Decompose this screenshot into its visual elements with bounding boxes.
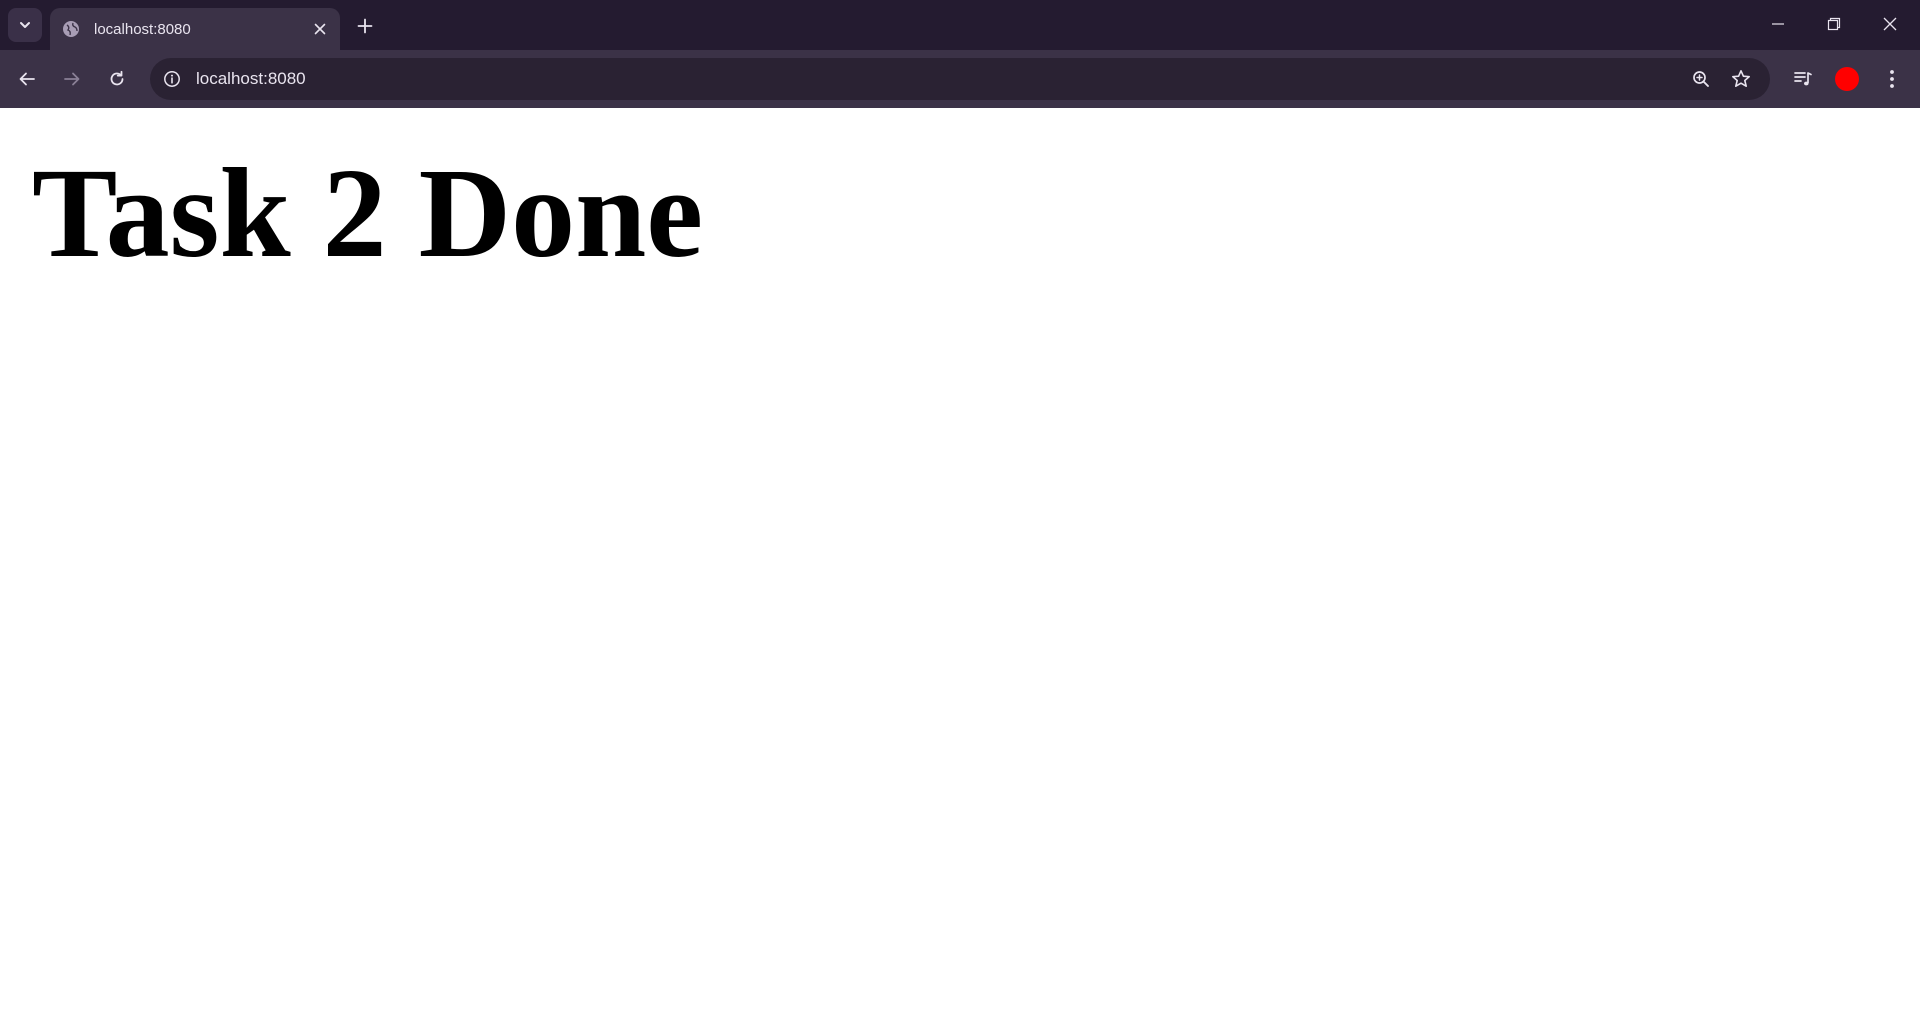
tab-search-button[interactable] [8, 8, 42, 42]
info-icon [164, 71, 180, 87]
active-tab[interactable]: localhost:8080 [50, 8, 340, 50]
tab-search-icon [20, 22, 30, 28]
back-button[interactable] [9, 61, 45, 97]
profile-button[interactable] [1829, 61, 1865, 97]
window-close-icon [1883, 17, 1897, 31]
new-tab-button[interactable] [350, 11, 380, 41]
minimize-button[interactable] [1750, 0, 1806, 48]
browser-menu-button[interactable] [1874, 61, 1910, 97]
forward-button[interactable] [54, 61, 90, 97]
page-heading: Task 2 Done [32, 142, 704, 284]
star-icon [1732, 70, 1750, 87]
kebab-menu-icon [1890, 70, 1894, 88]
avatar [1835, 67, 1859, 91]
plus-icon [357, 18, 373, 34]
forward-arrow-icon [64, 72, 80, 86]
tab-title: localhost:8080 [94, 20, 191, 38]
window-close-button[interactable] [1862, 0, 1918, 48]
tab-close-button[interactable] [308, 17, 332, 41]
zoom-icon [1693, 71, 1709, 87]
media-control-button[interactable] [1785, 61, 1821, 97]
minimize-icon [1772, 23, 1784, 25]
restore-icon [1827, 17, 1841, 31]
close-icon [314, 23, 326, 35]
restore-button[interactable] [1806, 0, 1862, 48]
tab-strip: localhost:8080 [0, 0, 1920, 50]
globe-icon [62, 20, 80, 38]
zoom-button[interactable] [1684, 62, 1718, 96]
reload-button[interactable] [99, 61, 135, 97]
url-text[interactable]: localhost:8080 [196, 69, 1684, 89]
site-info-button[interactable] [158, 65, 186, 93]
browser-toolbar: localhost:8080 [0, 50, 1920, 108]
bookmark-button[interactable] [1724, 62, 1758, 96]
page-content: Task 2 Done [0, 108, 1920, 1020]
media-control-icon [1794, 72, 1812, 86]
address-bar[interactable]: localhost:8080 [150, 58, 1770, 100]
back-arrow-icon [19, 72, 35, 86]
reload-icon [110, 70, 124, 86]
